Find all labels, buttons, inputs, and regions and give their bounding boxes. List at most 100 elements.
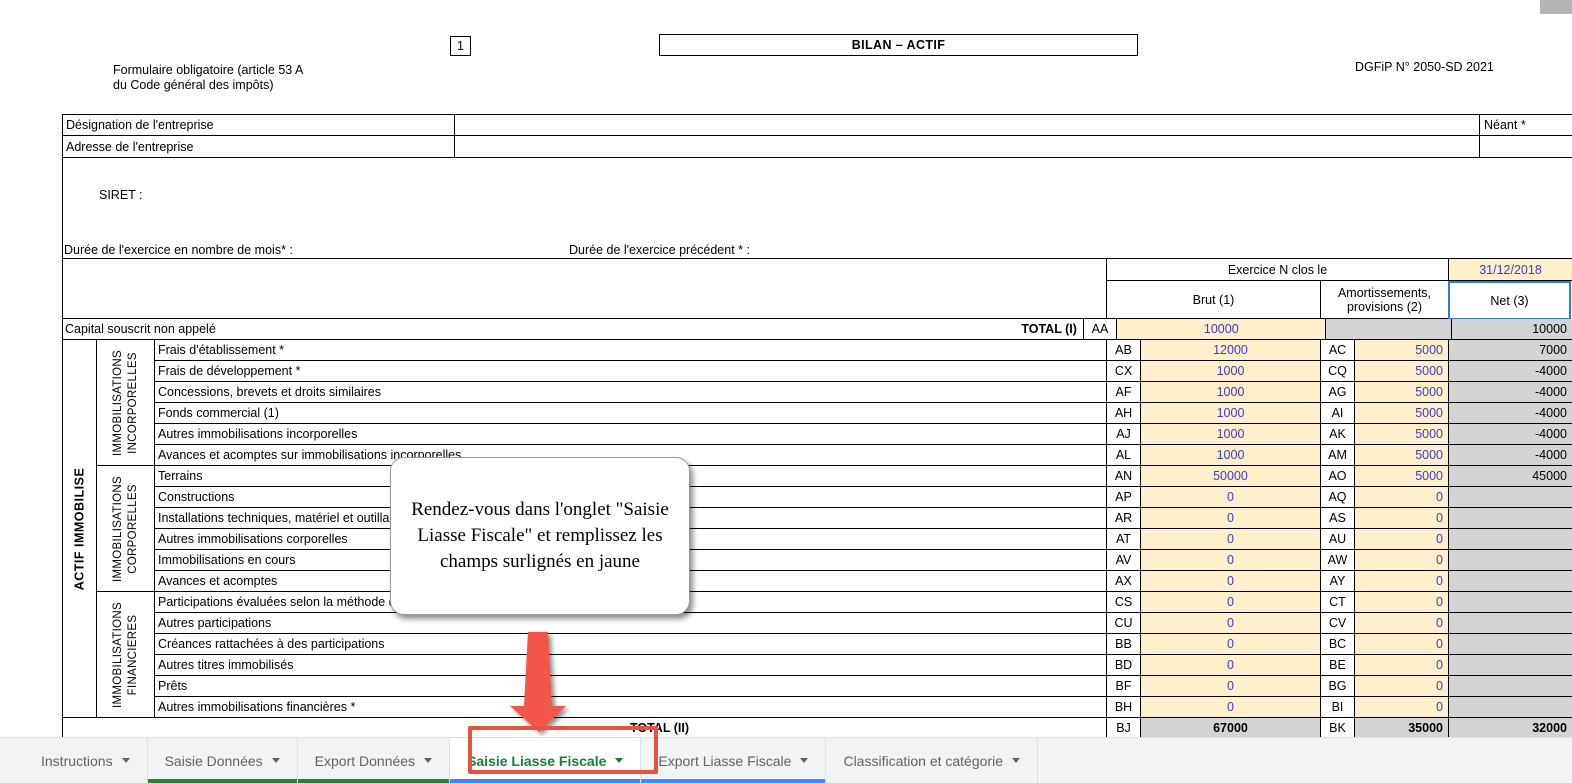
- table-row: Créances rattachées à des participations…: [155, 634, 1572, 655]
- col-header-brut: Brut (1): [1107, 281, 1321, 319]
- total-2-code-amort: BK: [1321, 718, 1355, 737]
- table-row: Installations techniques, matériel et ou…: [155, 508, 1572, 529]
- side-label-text: ACTIF IMMOBILISE: [72, 467, 87, 590]
- row-code-brut: AH: [1107, 403, 1141, 424]
- tab-export-liasse-fiscale[interactable]: Export Liasse Fiscale: [641, 738, 827, 783]
- row-amort-value[interactable]: 5000: [1355, 340, 1449, 361]
- row-brut-value[interactable]: 0: [1141, 529, 1321, 550]
- row-brut-value[interactable]: 1000: [1141, 445, 1321, 466]
- chevron-down-icon[interactable]: [800, 758, 809, 763]
- table-row: Frais d'établissement * AB 12000 AC 5000 7000: [155, 340, 1572, 361]
- header-spacer-2: [63, 281, 1107, 319]
- table-group: IMMOBILISATIONS INCORPORELLES Frais d'étab…: [97, 340, 1572, 466]
- row-amort-value[interactable]: 0: [1355, 592, 1449, 613]
- row-brut-value[interactable]: 0: [1141, 655, 1321, 676]
- row-label: Autres immobilisations incorporelles: [155, 424, 1107, 445]
- row-code-brut: BD: [1107, 655, 1141, 676]
- row-brut-value[interactable]: 0: [1141, 697, 1321, 718]
- tab-color-underline: [641, 779, 826, 783]
- table-row: Immobilisations en cours AV 0 AW 0: [155, 550, 1572, 571]
- table-row: Autres participations CU 0 CV 0: [155, 613, 1572, 634]
- total-2-row: TOTAL (II) BJ 67000 BK 35000 32000: [63, 718, 1572, 737]
- row-brut-value[interactable]: 1000: [1141, 424, 1321, 445]
- page-number-box: 1: [450, 36, 471, 56]
- adresse-input[interactable]: [455, 136, 1480, 157]
- row-code-amort: AY: [1321, 571, 1355, 592]
- row-amort-value[interactable]: 0: [1355, 508, 1449, 529]
- row-net-value: [1449, 550, 1572, 571]
- row-amort-value[interactable]: 5000: [1355, 403, 1449, 424]
- group-rows: Participations évaluées selon la méthode…: [155, 592, 1572, 718]
- row-label: Frais de développement *: [155, 361, 1107, 382]
- row-brut-value[interactable]: 0: [1141, 613, 1321, 634]
- row-amort-value[interactable]: 0: [1355, 634, 1449, 655]
- row-net-value: [1449, 529, 1572, 550]
- group-label-text: IMMOBILISATIONS FINANCIERES: [111, 601, 139, 708]
- row-amort-value[interactable]: 5000: [1355, 382, 1449, 403]
- side-label-actif-immobilise: ACTIF IMMOBILISE: [63, 340, 97, 718]
- row-amort-value[interactable]: 0: [1355, 655, 1449, 676]
- table-row: Constructions AP 0 AQ 0: [155, 487, 1572, 508]
- row-amort-value[interactable]: 5000: [1355, 424, 1449, 445]
- table-row: Avances et acomptes sur immobilisations …: [155, 445, 1572, 466]
- chevron-down-icon[interactable]: [424, 758, 433, 763]
- row-code-brut: AP: [1107, 487, 1141, 508]
- row-brut-value[interactable]: 0: [1141, 592, 1321, 613]
- tab-classification-et-cat-gorie[interactable]: Classification et catégorie: [826, 738, 1038, 783]
- row-brut-value[interactable]: 50000: [1141, 466, 1321, 487]
- row-brut-value[interactable]: 0: [1141, 676, 1321, 697]
- row-brut-value[interactable]: 1000: [1141, 361, 1321, 382]
- scrollbar-corner: [1540, 0, 1572, 14]
- chevron-down-icon[interactable]: [1011, 758, 1020, 763]
- row-label: Autres participations: [155, 613, 1107, 634]
- row-amort-value[interactable]: 0: [1355, 550, 1449, 571]
- designation-input[interactable]: [455, 115, 1480, 135]
- row-amort-value[interactable]: 5000: [1355, 466, 1449, 487]
- callout-text: Rendez-vous dans l'onglet "Saisie Liasse…: [411, 499, 669, 572]
- exercice-date-cell[interactable]: 31/12/2018: [1449, 259, 1572, 281]
- table-row: Autres immobilisations financières * BH 0 B…: [155, 697, 1572, 718]
- row-brut-value[interactable]: 0: [1141, 571, 1321, 592]
- exercice-header: Exercice N clos le: [1107, 259, 1449, 281]
- tab-saisie-donn-es[interactable]: Saisie Données: [147, 738, 298, 783]
- tab-export-donn-es[interactable]: Export Données: [297, 738, 451, 783]
- row-brut-value[interactable]: 0: [1141, 634, 1321, 655]
- chevron-down-icon[interactable]: [121, 758, 130, 763]
- tab-bar-trailing-space: [1037, 738, 1572, 783]
- tab-color-underline: [24, 779, 147, 783]
- total-2-label: TOTAL (II): [629, 721, 689, 735]
- row-amort-value[interactable]: 5000: [1355, 445, 1449, 466]
- row-brut-value[interactable]: 12000: [1141, 340, 1321, 361]
- tab-saisie-liasse-fiscale[interactable]: Saisie Liasse Fiscale: [450, 738, 642, 783]
- row-brut-value[interactable]: 1000: [1141, 403, 1321, 424]
- tab-color-underline: [826, 779, 1037, 783]
- row-code-brut: AV: [1107, 550, 1141, 571]
- row-net-value: [1449, 508, 1572, 529]
- row-amort-value[interactable]: 0: [1355, 571, 1449, 592]
- capital-brut-value[interactable]: 10000: [1117, 319, 1327, 340]
- sheet-tab-bar: Instructions Saisie Données Export Données…: [0, 737, 1572, 783]
- row-net-value: -4000: [1449, 445, 1572, 466]
- row-code-brut: BB: [1107, 634, 1141, 655]
- row-brut-value[interactable]: 0: [1141, 487, 1321, 508]
- red-down-arrow-icon: [510, 632, 566, 732]
- chevron-down-icon[interactable]: [615, 758, 624, 763]
- row-brut-value[interactable]: 0: [1141, 508, 1321, 529]
- row-net-value: [1449, 634, 1572, 655]
- col-header-net: Net (3): [1448, 281, 1571, 319]
- row-amort-value[interactable]: 0: [1355, 613, 1449, 634]
- row-brut-value[interactable]: 0: [1141, 550, 1321, 571]
- row-amort-value[interactable]: 0: [1355, 676, 1449, 697]
- row-net-value: -4000: [1449, 361, 1572, 382]
- table-header-row-1: Exercice N clos le 31/12/2018: [63, 259, 1572, 281]
- chevron-down-icon[interactable]: [271, 758, 280, 763]
- capital-souscrit-row: Capital souscrit non appelé TOTAL (I) AA…: [63, 319, 1572, 340]
- row-amort-value[interactable]: 0: [1355, 487, 1449, 508]
- row-brut-value[interactable]: 1000: [1141, 382, 1321, 403]
- table-row: Avances et acomptes AX 0 AY 0: [155, 571, 1572, 592]
- row-amort-value[interactable]: 5000: [1355, 361, 1449, 382]
- tab-color-underline: [147, 779, 297, 783]
- row-amort-value[interactable]: 0: [1355, 697, 1449, 718]
- row-amort-value[interactable]: 0: [1355, 529, 1449, 550]
- tab-instructions[interactable]: Instructions: [24, 738, 148, 783]
